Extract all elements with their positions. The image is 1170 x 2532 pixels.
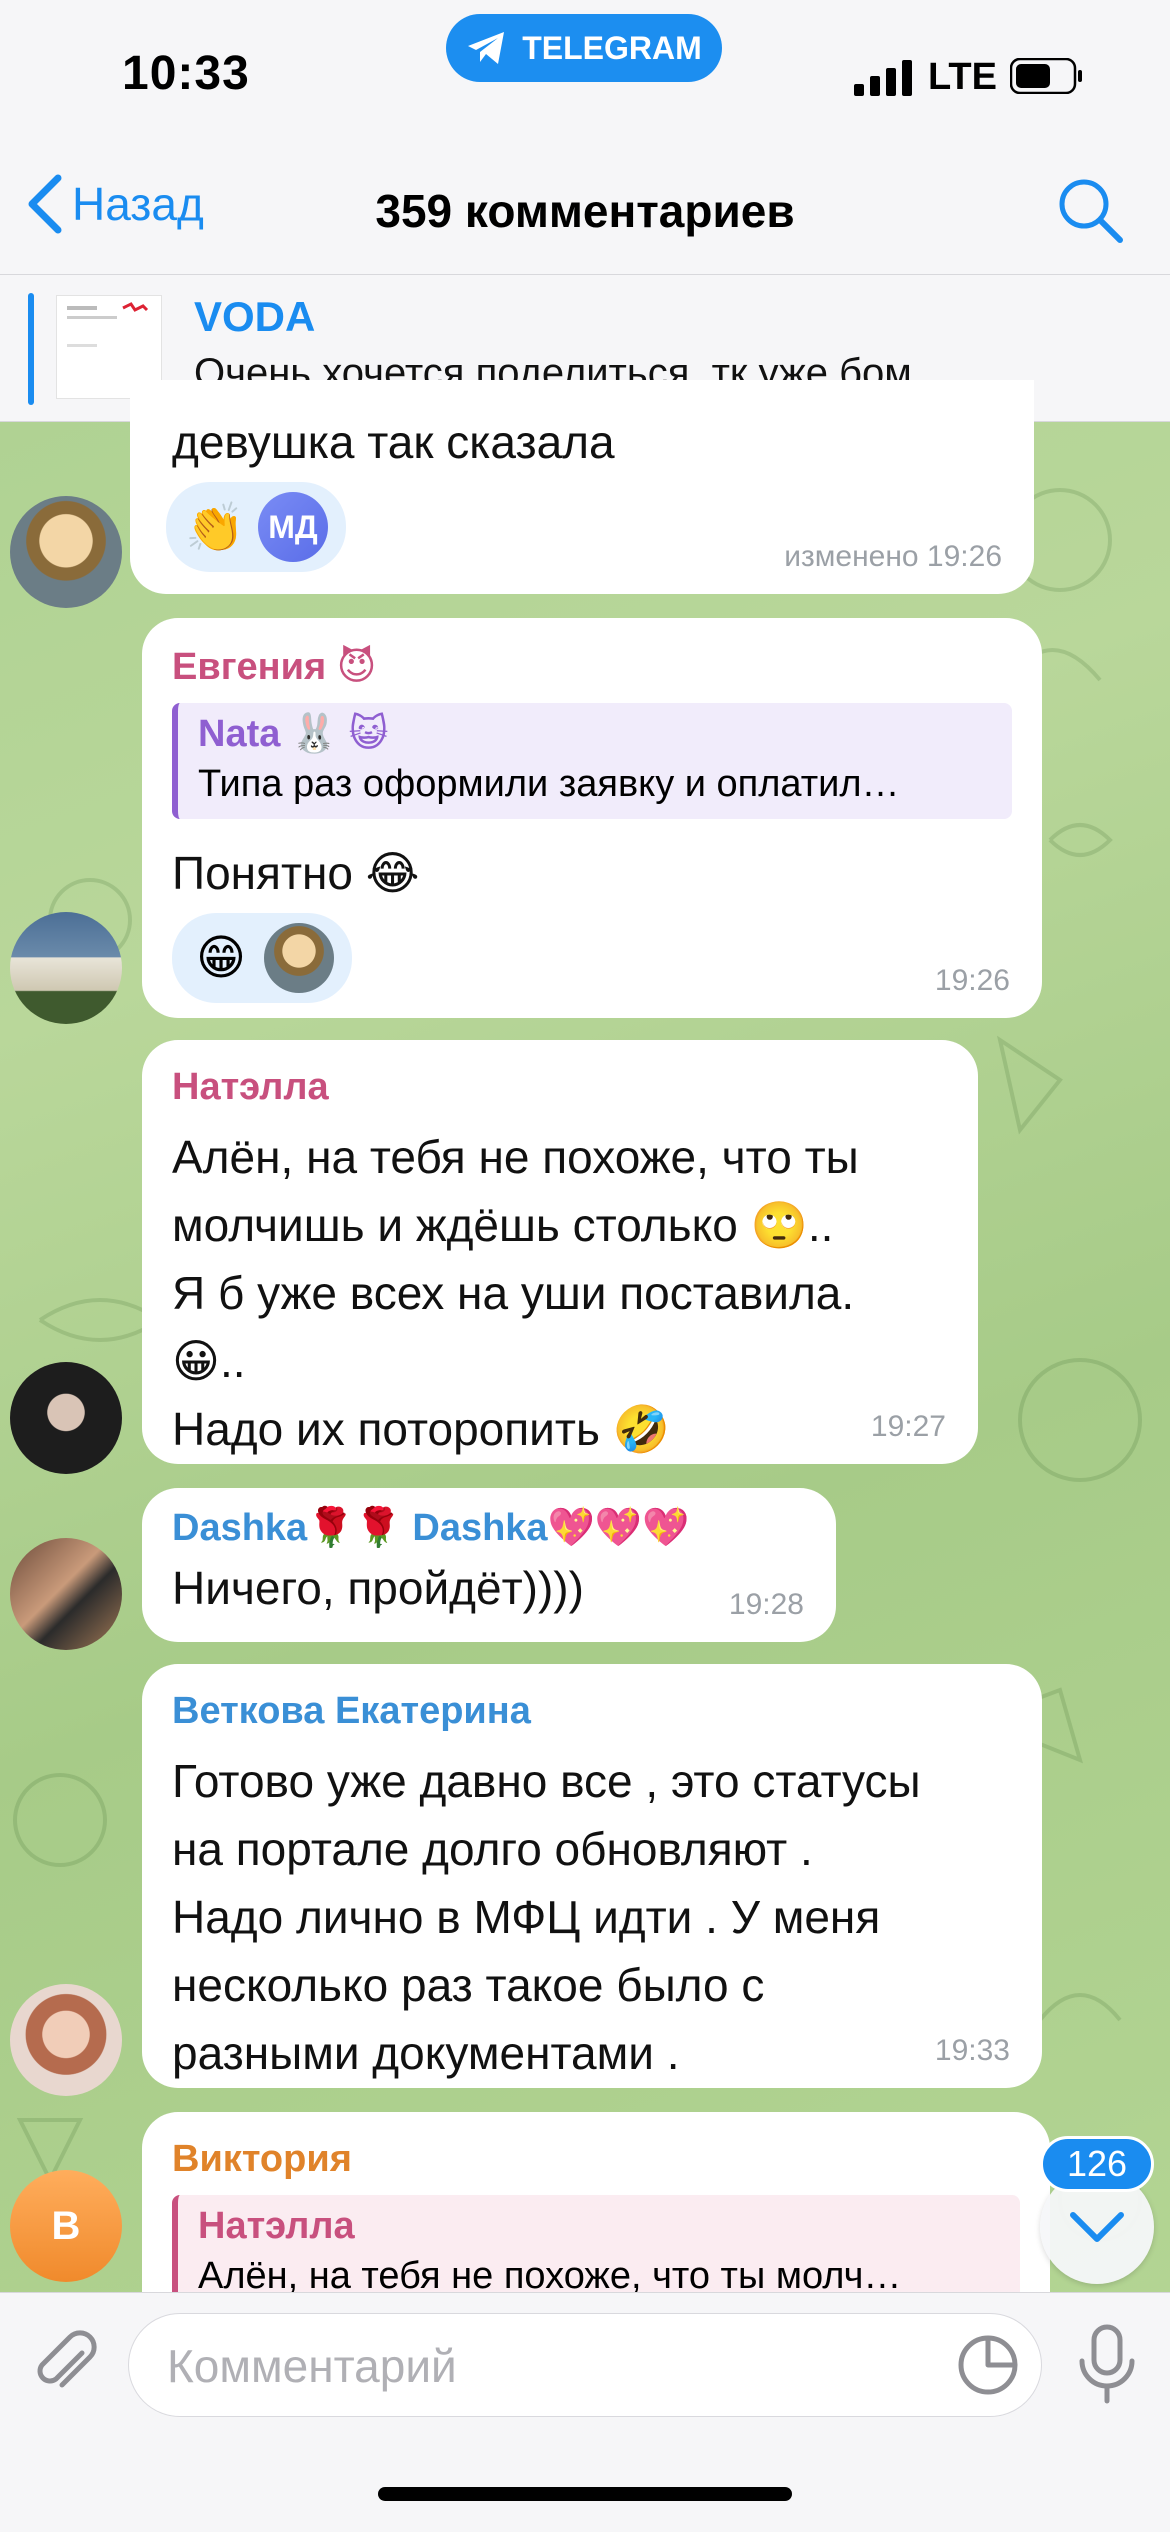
microphone-icon[interactable] — [1072, 2323, 1142, 2405]
message-bubble[interactable]: девушка так сказала 👏 МД изменено 19:26 — [130, 380, 1034, 594]
home-indicator — [378, 2487, 792, 2501]
avatar[interactable] — [10, 1984, 122, 2096]
avatar[interactable] — [10, 1538, 122, 1650]
reply-quote[interactable]: Nata 🐰 😺 Типа раз оформили заявку и опла… — [172, 703, 1012, 819]
comment-input-bar — [0, 2292, 1170, 2532]
pinned-channel-name: VODA — [194, 293, 316, 340]
message-line: на портале долго обновляют . — [172, 1823, 813, 1875]
telegram-icon — [468, 32, 505, 64]
message-time: 19:28 — [728, 1588, 804, 1621]
signal-bars-icon — [854, 60, 912, 96]
message-line: несколько раз такое было с — [172, 1959, 765, 2011]
network-type: LTE — [928, 56, 997, 98]
message-line: Надо лично в МФЦ идти . У меня — [172, 1891, 881, 1943]
paperclip-icon[interactable] — [28, 2327, 104, 2403]
pinned-accent-bar — [28, 293, 34, 405]
telegram-live-pill[interactable]: TELEGRAM — [446, 14, 722, 82]
reactor-avatar: МД — [258, 492, 328, 562]
reaction-emoji: 👏 — [185, 501, 245, 555]
message-bubble[interactable]: Веткова Екатерина Готово уже давно все ,… — [142, 1664, 1042, 2088]
sticker-icon[interactable] — [955, 2332, 1021, 2398]
message-line: Я б уже всех на уши поставила. — [172, 1267, 855, 1319]
message-text: девушка так сказала — [172, 416, 615, 468]
chevron-down-icon — [1070, 2212, 1124, 2242]
reaction-emoji: 😁 — [195, 932, 247, 985]
message-line: разными документами . — [172, 2027, 680, 2079]
avatar[interactable] — [10, 912, 122, 1024]
sender-name: Натэлла — [172, 1066, 329, 1108]
message-time: изменено 19:26 — [784, 540, 1002, 573]
navigation-bar: Назад 359 комментариев — [0, 150, 1170, 274]
message-bubble[interactable]: Dashka🌹🌹 Dashka💖💖💖 Ничего, пройдёт)))) 1… — [142, 1488, 836, 1642]
message-line: Алён, на тебя не похоже, что ты — [172, 1131, 859, 1183]
reactor-avatar — [264, 923, 334, 993]
message-time: 19:26 — [934, 964, 1010, 997]
message-time: 19:27 — [870, 1410, 946, 1443]
sender-name: Dashka🌹🌹 Dashka💖💖💖 — [172, 1507, 690, 1549]
avatar-letter[interactable]: В — [10, 2170, 122, 2282]
message-text: Ничего, пройдёт)))) — [172, 1562, 584, 1614]
avatar-initial: В — [51, 2203, 81, 2248]
message-bubble[interactable]: Евгения 😈 Nata 🐰 😺 Типа раз оформили зая… — [142, 618, 1042, 1018]
message-bubble[interactable]: Виктория Натэлла Алён, на тебя не похоже… — [142, 2112, 1050, 2311]
message-bubble[interactable]: Натэлла Алён, на тебя не похоже, что ты … — [142, 1040, 978, 1464]
battery-icon — [1010, 58, 1082, 94]
sender-name: Виктория — [172, 2138, 352, 2180]
message-line: Готово уже давно все , это статусы — [172, 1755, 921, 1807]
message-line: Надо их поторопить 🤣 — [172, 1403, 670, 1455]
message-line: молчишь и ждёшь столько 🙄.. — [172, 1199, 834, 1251]
reactions-bar[interactable]: 😁 — [172, 913, 352, 1003]
status-bar: 10:33 TELEGRAM LTE — [0, 0, 1170, 150]
sender-name: Веткова Екатерина — [172, 1690, 531, 1732]
message-line: 😀.. — [172, 1335, 246, 1387]
comment-field[interactable] — [128, 2313, 1042, 2417]
sender-name: Евгения 😈 — [172, 646, 377, 688]
message-text: Понятно 😂 — [172, 847, 420, 899]
unread-count-badge: 126 — [1040, 2136, 1154, 2192]
page-title: 359 комментариев — [375, 185, 795, 237]
reply-author: Nata 🐰 😺 — [198, 713, 389, 755]
clock: 10:33 — [122, 47, 250, 100]
message-time: 19:33 — [934, 2034, 1010, 2067]
avatar[interactable] — [10, 496, 122, 608]
comment-input[interactable] — [165, 2332, 929, 2400]
reactions-bar[interactable]: 👏 МД — [166, 482, 346, 572]
app-pill-label: TELEGRAM — [522, 29, 702, 66]
avatar[interactable] — [10, 1362, 122, 1474]
reply-text: Типа раз оформили заявку и оплатил… — [198, 763, 900, 805]
reply-author: Натэлла — [198, 2205, 355, 2247]
search-icon[interactable] — [1054, 174, 1126, 246]
